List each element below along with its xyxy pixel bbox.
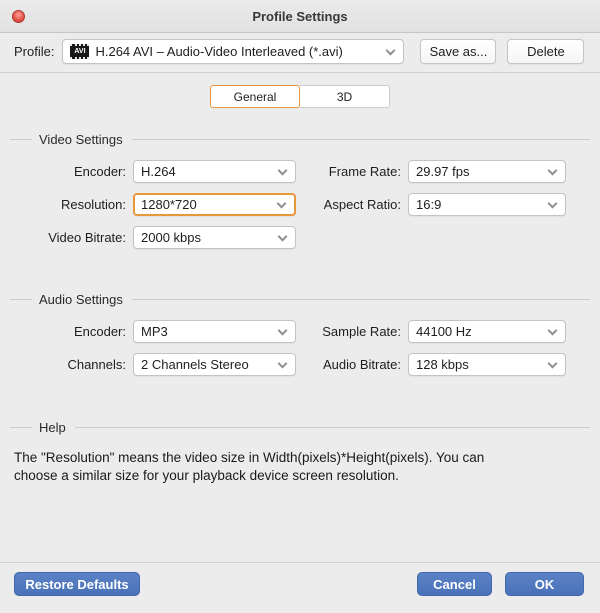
divider	[10, 139, 32, 140]
tab-general-label: General	[234, 90, 277, 104]
avi-filmstrip-icon: AVI	[70, 44, 89, 59]
profile-settings-dialog: Profile Settings Profile: AVI H.264 AVI …	[0, 0, 600, 613]
divider	[0, 562, 600, 563]
help-section: Help The "Resolution" means the video si…	[0, 420, 600, 485]
sample-rate-dropdown[interactable]: 44100 Hz	[408, 320, 566, 343]
sample-rate-label: Sample Rate:	[296, 324, 408, 339]
video-settings-title: Video Settings	[39, 132, 123, 147]
divider	[10, 427, 32, 428]
aspect-ratio-value: 16:9	[416, 197, 441, 212]
video-encoder-label: Encoder:	[0, 164, 133, 179]
resolution-dropdown[interactable]: 1280*720	[133, 193, 296, 216]
audio-settings-title: Audio Settings	[39, 292, 123, 307]
divider	[0, 72, 600, 73]
profile-dropdown[interactable]: AVI H.264 AVI – Audio-Video Interleaved …	[62, 39, 404, 64]
cancel-button[interactable]: Cancel	[417, 572, 492, 596]
audio-encoder-value: MP3	[141, 324, 168, 339]
audio-bitrate-label: Audio Bitrate:	[296, 357, 408, 372]
audio-bitrate-dropdown[interactable]: 128 kbps	[408, 353, 566, 376]
video-encoder-value: H.264	[141, 164, 176, 179]
frame-rate-value: 29.97 fps	[416, 164, 470, 179]
restore-defaults-button[interactable]: Restore Defaults	[14, 572, 140, 596]
video-bitrate-dropdown[interactable]: 2000 kbps	[133, 226, 296, 249]
footer-bar: Restore Defaults Cancel OK	[0, 572, 600, 596]
video-settings-header: Video Settings	[10, 132, 590, 147]
delete-button[interactable]: Delete	[507, 39, 584, 64]
profile-dropdown-value: H.264 AVI – Audio-Video Interleaved (*.a…	[95, 44, 342, 59]
chevron-down-icon	[278, 165, 288, 175]
close-window-button[interactable]	[12, 10, 25, 23]
tab-general[interactable]: General	[210, 85, 300, 108]
save-as-button[interactable]: Save as...	[420, 39, 496, 64]
divider	[75, 427, 590, 428]
audio-settings-header: Audio Settings	[10, 292, 590, 307]
channels-label: Channels:	[0, 357, 133, 372]
chevron-down-icon	[278, 325, 288, 335]
divider	[132, 139, 590, 140]
chevron-down-icon	[278, 358, 288, 368]
window-title: Profile Settings	[252, 9, 347, 24]
chevron-down-icon	[277, 198, 287, 208]
aspect-ratio-label: Aspect Ratio:	[296, 197, 408, 212]
channels-value: 2 Channels Stereo	[141, 357, 249, 372]
help-text: The "Resolution" means the video size in…	[14, 449, 514, 485]
video-bitrate-value: 2000 kbps	[141, 230, 201, 245]
chevron-down-icon	[548, 325, 558, 335]
profile-row: Profile: AVI H.264 AVI – Audio-Video Int…	[14, 39, 588, 64]
help-header: Help	[10, 420, 590, 435]
resolution-label: Resolution:	[0, 197, 133, 212]
title-bar: Profile Settings	[0, 0, 600, 33]
audio-encoder-dropdown[interactable]: MP3	[133, 320, 296, 343]
chevron-down-icon	[548, 198, 558, 208]
chevron-down-icon	[548, 358, 558, 368]
audio-encoder-label: Encoder:	[0, 324, 133, 339]
tab-3d[interactable]: 3D	[300, 85, 390, 108]
chevron-down-icon	[548, 165, 558, 175]
help-title: Help	[39, 420, 66, 435]
resolution-value: 1280*720	[141, 197, 197, 212]
divider	[10, 299, 32, 300]
video-settings-section: Video Settings Encoder: H.264 Frame Rate…	[0, 132, 600, 249]
divider	[132, 299, 590, 300]
tab-bar: General 3D	[0, 85, 600, 108]
frame-rate-label: Frame Rate:	[296, 164, 408, 179]
audio-settings-section: Audio Settings Encoder: MP3 Sample Rate:…	[0, 292, 600, 376]
frame-rate-dropdown[interactable]: 29.97 fps	[408, 160, 566, 183]
chevron-down-icon	[386, 45, 396, 55]
audio-bitrate-value: 128 kbps	[416, 357, 469, 372]
profile-label: Profile:	[14, 44, 54, 59]
chevron-down-icon	[278, 231, 288, 241]
aspect-ratio-dropdown[interactable]: 16:9	[408, 193, 566, 216]
channels-dropdown[interactable]: 2 Channels Stereo	[133, 353, 296, 376]
video-bitrate-label: Video Bitrate:	[0, 230, 133, 245]
sample-rate-value: 44100 Hz	[416, 324, 472, 339]
video-encoder-dropdown[interactable]: H.264	[133, 160, 296, 183]
ok-button[interactable]: OK	[505, 572, 584, 596]
tab-3d-label: 3D	[337, 90, 352, 104]
